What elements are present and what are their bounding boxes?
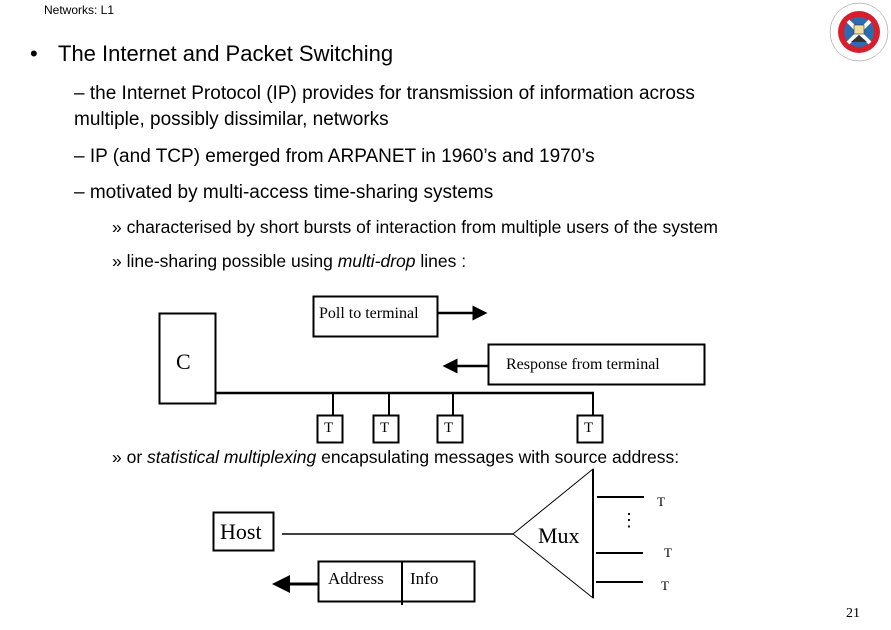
terminal-label: T [380,420,390,436]
terminal-label: T [444,420,454,436]
host-label: Host [220,519,262,544]
terminal-label: T [324,420,334,436]
mux-terminal-label: T [661,578,669,593]
mux-terminal-label: T [657,494,665,509]
poll-label: Poll to terminal [319,305,419,322]
mux-ellipsis: ⋮ [620,510,638,530]
controller-label: C [176,349,191,374]
response-label: Response from terminal [506,356,660,373]
diagram-canvas [158,295,706,605]
terminal-label: T [584,420,594,436]
terminal-drops [316,393,604,444]
packet-address-field: Address [328,569,384,588]
mux-label: Mux [538,523,580,548]
page-number: 21 [846,606,860,621]
mux-terminal-label: T [664,545,672,560]
packet-info-field: Info [410,569,439,588]
